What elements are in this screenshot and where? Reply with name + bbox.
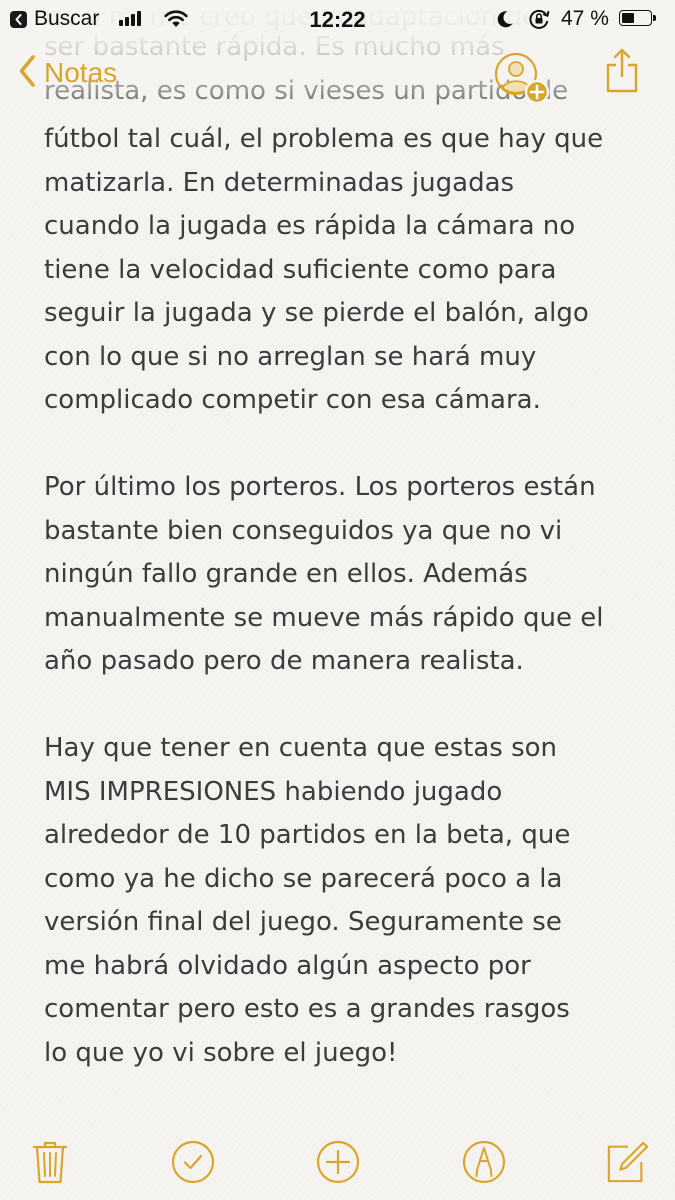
paragraph-break — [44, 423, 644, 467]
compose-icon[interactable] — [605, 1140, 649, 1184]
note-line: MIS IMPRESIONES habiendo jugado — [44, 776, 503, 807]
add-icon[interactable] — [316, 1140, 360, 1184]
status-bar: Buscar 12:22 47 % — [0, 0, 675, 40]
note-line: como ya he dicho se parecerá poco a la — [44, 863, 563, 894]
note-line: seguir la jugada y se pierde el balón, a… — [44, 298, 589, 328]
note-line: año pasado pero de manera realista. — [44, 646, 524, 676]
note-line: ningún fallo grande en ellos. Además — [44, 559, 528, 589]
bottom-toolbar — [0, 1120, 675, 1200]
note-line: cuando la jugada es rápida la cámara no — [44, 211, 576, 241]
note-line: alrededor de 10 partidos en la beta, que — [44, 820, 571, 850]
note-line: Por último los porteros. Los porteros es… — [44, 472, 596, 502]
note-line: me habrá olvidado algún aspecto por — [44, 950, 531, 981]
back-label: Notas — [44, 57, 118, 88]
note-line: comentar pero esto es a grandes rasgos — [44, 994, 570, 1024]
note-line: matizarla. En determinadas jugadas — [44, 167, 515, 198]
note-line: con lo que si no arreglan se hará muy — [44, 341, 537, 372]
note-line: lo que yo vi sobre el juego! — [44, 1037, 398, 1068]
trash-icon[interactable] — [28, 1140, 72, 1184]
note-line: fútbol tal cuál, el problema es que hay … — [44, 124, 604, 154]
note-line: versión final del juego. Seguramente se — [44, 907, 562, 937]
note-line: Hay que tener en cuenta que estas son — [44, 733, 558, 763]
battery-icon — [619, 10, 656, 26]
moon-icon — [495, 9, 515, 34]
note-line: manualmente se mueve más rápido que el — [44, 602, 604, 633]
rotation-lock-icon — [527, 8, 551, 35]
add-person-icon[interactable] — [493, 52, 553, 112]
note-line: complicado competir con esa cámara. — [44, 385, 541, 415]
checklist-icon[interactable] — [171, 1140, 215, 1184]
note-line: bastante bien conseguidos ya que no vi — [44, 515, 563, 546]
paragraph-break — [44, 684, 644, 728]
share-icon[interactable] — [605, 48, 639, 98]
back-to-notes-button[interactable]: Notas — [18, 54, 117, 92]
battery-percent: 47 % — [561, 7, 609, 30]
note-text-area[interactable]: fútbol tal cuál, el problema es que hay … — [44, 118, 644, 1075]
nav-bar: Notas — [0, 40, 675, 112]
note-line: tiene la velocidad suficiente como para — [44, 254, 557, 285]
chevron-left-icon — [18, 54, 36, 92]
markup-icon[interactable] — [462, 1140, 506, 1184]
